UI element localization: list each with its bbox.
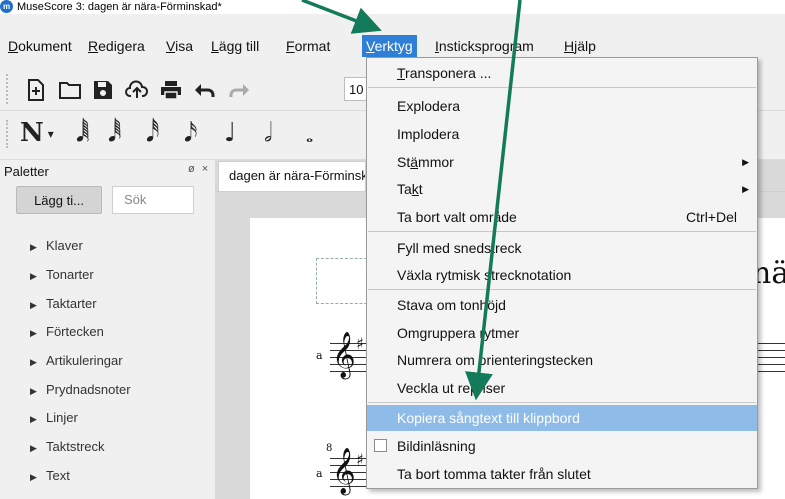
score-tab[interactable]: dagen är nära-Förminskad*	[218, 161, 366, 191]
menu-separator	[368, 402, 756, 403]
menu-item-stammor[interactable]: Stämmor ▶	[367, 149, 757, 175]
menu-hjalp[interactable]: Hjälp	[560, 35, 600, 57]
panel-float-close-icons[interactable]: ø ×	[188, 163, 210, 175]
duration-32nd-icon[interactable]: 𝅘𝅥𝅰	[146, 118, 159, 149]
palette-item-prydnadsnoter[interactable]: ▶ Prydnadsnoter	[30, 380, 131, 400]
duration-128th-icon[interactable]: 𝅘𝅥𝅲	[76, 118, 90, 149]
palette-item-klaver[interactable]: ▶ Klaver	[30, 236, 83, 256]
menu-visa[interactable]: Visa	[162, 35, 197, 57]
duration-quarter-icon[interactable]: ♩	[224, 118, 236, 148]
menu-item-takt[interactable]: Takt ▶	[367, 176, 757, 202]
menu-item-implodera[interactable]: Implodera	[367, 121, 757, 147]
toolbar-grip[interactable]	[6, 74, 12, 104]
menu-item-vaxla-rytmisk-strecknotation[interactable]: Växla rytmisk strecknotation	[367, 262, 757, 288]
treble-clef-icon: 𝄞	[332, 332, 356, 378]
expand-arrow-icon: ▶	[30, 357, 37, 367]
palette-panel-title: Paletter	[4, 164, 49, 179]
duration-16th-icon[interactable]: 𝅘𝅥𝅯	[184, 118, 198, 149]
expand-arrow-icon: ▶	[30, 443, 37, 453]
palette-item-linjer[interactable]: ▶ Linjer	[30, 408, 78, 428]
expand-arrow-icon: ▶	[30, 271, 37, 281]
window-title: MuseScore 3: dagen är nära-Förminskad*	[17, 1, 222, 13]
palette-search-input[interactable]: Sök	[112, 186, 194, 214]
expand-arrow-icon: ▶	[30, 300, 37, 310]
treble-clef-icon: 𝄞	[332, 448, 356, 494]
expand-arrow-icon: ▶	[30, 386, 37, 396]
add-palettes-button[interactable]: Lägg ti...	[16, 186, 102, 214]
menu-item-ta-bort-valt-omrade[interactable]: Ta bort valt område Ctrl+Del	[367, 204, 757, 230]
shortcut-label: Ctrl+Del	[686, 209, 737, 225]
expand-arrow-icon: ▶	[30, 472, 37, 482]
measure-number: 8	[326, 443, 333, 454]
palette-item-text[interactable]: ▶ Text	[30, 466, 70, 486]
duration-half-icon[interactable]: 𝅗𝅥	[264, 118, 272, 149]
print-icon[interactable]	[158, 77, 184, 103]
staff-label: a	[316, 467, 323, 480]
menu-item-fyll-med-snedstreck[interactable]: Fyll med snedstreck	[367, 235, 757, 261]
menu-item-omgruppera-rytmer[interactable]: Omgruppera rytmer	[367, 320, 757, 346]
menu-separator	[368, 289, 756, 290]
menu-item-veckla-ut-repriser[interactable]: Veckla ut repriser	[367, 375, 757, 401]
staff-label: a	[316, 349, 323, 362]
open-folder-icon[interactable]	[57, 77, 83, 103]
cloud-upload-icon[interactable]	[124, 77, 150, 103]
menu-item-stava-om-tonhojd[interactable]: Stava om tonhöjd	[367, 292, 757, 318]
palette-item-taktarter[interactable]: ▶ Taktarter	[30, 294, 97, 314]
expand-arrow-icon: ▶	[30, 328, 37, 338]
menu-lagg-till[interactable]: Lägg till	[207, 35, 263, 57]
zoom-input[interactable]: 10	[344, 77, 366, 101]
verktyg-dropdown-menu: Transponera ... Explodera Implodera Stäm…	[366, 57, 758, 489]
sharp-icon: ♯	[356, 450, 364, 469]
menu-item-ta-bort-tomma-takter[interactable]: Ta bort tomma takter från slutet	[367, 461, 757, 487]
palette-item-fortecken[interactable]: ▶ Förtecken	[30, 322, 104, 342]
save-icon[interactable]	[90, 77, 116, 103]
palette-item-artikuleringar[interactable]: ▶ Artikuleringar	[30, 351, 123, 371]
menu-redigera[interactable]: Redigera	[84, 35, 149, 57]
undo-icon[interactable]	[192, 77, 218, 103]
menu-separator	[368, 87, 756, 88]
menu-verktyg[interactable]: Verktyg	[362, 35, 417, 57]
menu-item-kopiera-sangtext[interactable]: Kopiera sångtext till klippbord	[367, 405, 757, 431]
submenu-arrow-icon: ▶	[742, 184, 749, 194]
menu-item-bildinlasning[interactable]: Bildinläsning	[367, 433, 757, 459]
bildinlasning-checkbox[interactable]	[374, 439, 387, 452]
palette-item-tonarter[interactable]: ▶ Tonarter	[30, 265, 94, 285]
toolbar-grip-2[interactable]	[6, 120, 12, 148]
palette-item-taktstreck[interactable]: ▶ Taktstreck	[30, 437, 105, 457]
expand-arrow-icon: ▶	[30, 414, 37, 424]
menu-insticksprogram[interactable]: Insticksprogram	[431, 35, 538, 57]
menu-format[interactable]: Format	[282, 35, 334, 57]
menubar: Dokument Redigera Visa Lägg till Format …	[0, 35, 785, 57]
expand-arrow-icon: ▶	[30, 242, 37, 252]
submenu-arrow-icon: ▶	[742, 157, 749, 167]
duration-64th-icon[interactable]: 𝅘𝅥𝅱	[108, 118, 122, 149]
menu-item-numrera-om-orienteringstecken[interactable]: Numrera om orienteringstecken	[367, 347, 757, 373]
note-input-mode-button[interactable]: N ▾	[20, 118, 54, 148]
redo-icon[interactable]	[226, 77, 252, 103]
duration-whole-icon[interactable]: 𝅝	[306, 126, 313, 147]
menu-item-explodera[interactable]: Explodera	[367, 93, 757, 119]
menu-item-transponera[interactable]: Transponera ...	[367, 60, 757, 86]
new-file-icon[interactable]	[23, 77, 49, 103]
musescore-app-icon: m	[0, 0, 13, 13]
menu-dokument[interactable]: Dokument	[4, 35, 76, 57]
sharp-icon: ♯	[356, 334, 364, 353]
menu-separator	[368, 231, 756, 232]
